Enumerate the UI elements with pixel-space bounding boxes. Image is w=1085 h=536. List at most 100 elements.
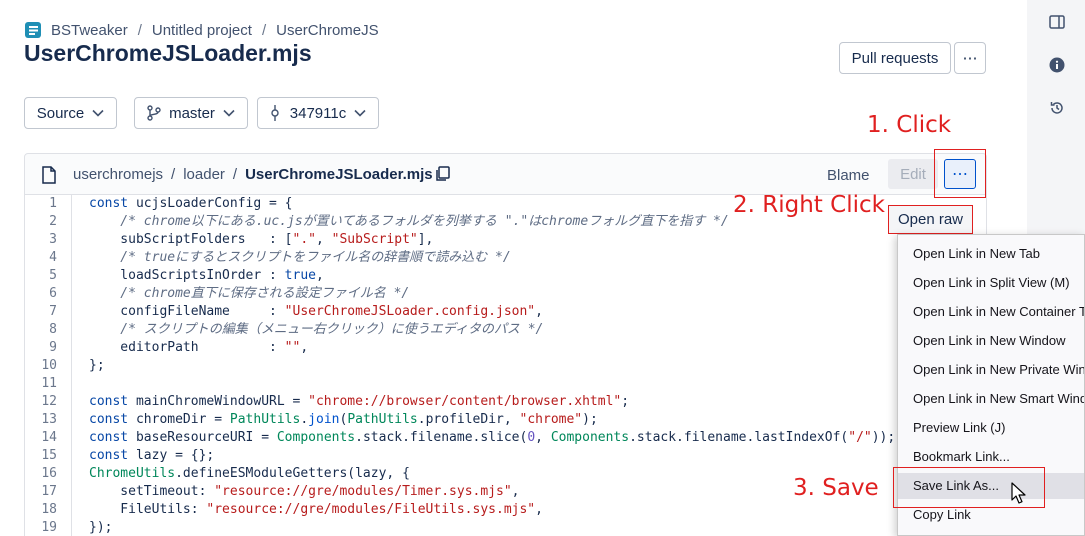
pull-requests-button[interactable]: Pull requests: [839, 42, 951, 74]
breadcrumb-workspace[interactable]: BSTweaker: [51, 22, 128, 39]
menu-item-open-container-tab[interactable]: Open Link in New Container Tab: [898, 299, 1084, 325]
copy-icon[interactable]: [435, 166, 451, 182]
page: BSTweaker / Untitled project / UserChrom…: [0, 0, 1085, 536]
commit-selector-label: 347911c: [289, 104, 347, 122]
file-path: userchromejs / loader / UserChromeJSLoad…: [73, 166, 433, 183]
code-text: /* chrome以下にある.uc.jsが置いてあるフォルダを列挙する "."は…: [89, 214, 729, 229]
info-icon[interactable]: [1047, 55, 1067, 75]
source-selector[interactable]: Source: [24, 97, 117, 129]
branch-selector-label: master: [169, 104, 215, 122]
line-number: 19: [41, 520, 57, 535]
line-number: 18: [41, 502, 57, 517]
code-text: subScriptFolders : [".", "SubScript"],: [89, 232, 434, 247]
line-number: 2: [49, 214, 57, 229]
history-icon[interactable]: [1047, 98, 1067, 118]
code-line: 18 FileUtils: "resource://gre/modules/Fi…: [25, 501, 986, 519]
file-header: userchromejs / loader / UserChromeJSLoad…: [24, 153, 987, 195]
code-text: };: [89, 358, 105, 373]
code-text: loadScriptsInOrder : true,: [89, 268, 324, 283]
file-path-current: UserChromeJSLoader.mjs: [245, 166, 433, 183]
sidebar-toggle-icon[interactable]: [1047, 12, 1067, 32]
code-text: configFileName : "UserChromeJSLoader.con…: [89, 304, 543, 319]
code-line: 6 /* chrome直下に保存される設定ファイル名 */: [25, 285, 986, 303]
code-line: 11: [25, 375, 986, 393]
annotation-step1: 1. Click: [867, 112, 952, 138]
file-icon: [42, 166, 56, 184]
menu-item-open-split-view[interactable]: Open Link in Split View (M): [898, 270, 1084, 296]
line-number: 13: [41, 412, 57, 427]
code-text: setTimeout: "resource://gre/modules/Time…: [89, 484, 520, 499]
edit-button[interactable]: Edit: [888, 159, 938, 189]
file-path-segment[interactable]: userchromejs: [73, 166, 163, 183]
breadcrumb-repo[interactable]: UserChromeJS: [276, 22, 379, 39]
code-text: FileUtils: "resource://gre/modules/FileU…: [89, 502, 543, 517]
code-line: 14 const baseResourceURI = Components.sta…: [25, 429, 986, 447]
code-text: ChromeUtils.defineESModuleGetters(lazy, …: [89, 466, 410, 481]
annotation-step3: 3. Save: [793, 475, 879, 501]
blame-button[interactable]: Blame: [827, 167, 870, 184]
annotation-box-step1: [934, 149, 986, 198]
open-raw-link[interactable]: Open raw: [888, 205, 973, 234]
branch-icon: [147, 105, 161, 121]
branch-selector[interactable]: master: [134, 97, 248, 129]
breadcrumb-separator: /: [261, 21, 267, 39]
chevron-down-icon: [354, 109, 366, 117]
code-text: const baseResourceURI = Components.stack…: [89, 430, 896, 445]
commit-icon: [271, 105, 279, 121]
line-number: 4: [49, 250, 57, 265]
code-text: const ucjsLoaderConfig = {: [89, 196, 293, 211]
code-text: });: [89, 520, 113, 535]
code-line: 13 const chromeDir = PathUtils.join(PathU…: [25, 411, 986, 429]
line-number: 12: [41, 394, 57, 409]
code-text: editorPath : "",: [89, 340, 309, 355]
line-number: 10: [41, 358, 57, 373]
menu-item-open-new-window[interactable]: Open Link in New Window: [898, 328, 1084, 354]
path-separator: /: [232, 166, 238, 183]
line-number: 11: [41, 376, 57, 391]
code-line: 5 loadScriptsInOrder : true,: [25, 267, 986, 285]
line-number: 6: [49, 286, 57, 301]
breadcrumb-separator: /: [137, 21, 142, 39]
chevron-down-icon: [223, 109, 235, 117]
file-path-segment[interactable]: loader: [183, 166, 225, 183]
code-line: 8 /* スクリプトの編集（メニュー右クリック）に使うエディタのパス */: [25, 321, 986, 339]
line-number: 7: [49, 304, 57, 319]
menu-item-open-new-tab[interactable]: Open Link in New Tab: [898, 241, 1084, 267]
code-text: /* trueにするとスクリプトをファイル名の辞書順で読み込む */: [89, 250, 511, 265]
code-line: 7 configFileName : "UserChromeJSLoader.c…: [25, 303, 986, 321]
line-number: 17: [41, 484, 57, 499]
code-text: const lazy = {};: [89, 448, 215, 463]
more-actions-button[interactable]: ⋯: [954, 42, 986, 74]
code-text: /* chrome直下に保存される設定ファイル名 */: [89, 286, 410, 301]
line-number: 9: [49, 340, 57, 355]
line-number: 5: [49, 268, 57, 283]
menu-item-preview-link[interactable]: Preview Link (J): [898, 415, 1084, 441]
line-number: 3: [49, 232, 57, 247]
path-separator: /: [171, 166, 176, 183]
code-line: 4 /* trueにするとスクリプトをファイル名の辞書順で読み込む */: [25, 249, 986, 267]
breadcrumb-project[interactable]: Untitled project: [152, 22, 252, 39]
breadcrumb: BSTweaker / Untitled project / UserChrom…: [25, 20, 379, 40]
chevron-down-icon: [92, 109, 104, 117]
line-number: 1: [49, 196, 57, 211]
code-line: 9 editorPath : "",: [25, 339, 986, 357]
workspace-logo-icon: [25, 22, 41, 38]
line-number: 14: [41, 430, 57, 445]
annotation-step2: 2. Right Click: [733, 192, 885, 218]
code-line: 12 const mainChromeWindowURL = "chrome://…: [25, 393, 986, 411]
menu-item-open-private-window[interactable]: Open Link in New Private Window: [898, 357, 1084, 383]
source-selector-label: Source: [36, 104, 85, 122]
commit-selector[interactable]: 347911c: [257, 97, 379, 129]
mouse-cursor-icon: [1011, 482, 1026, 504]
line-number: 16: [41, 466, 57, 481]
code-text: /* スクリプトの編集（メニュー右クリック）に使うエディタのパス */: [89, 322, 544, 337]
code-text: const chromeDir = PathUtils.join(PathUti…: [89, 412, 598, 427]
code-line: 15 const lazy = {};: [25, 447, 986, 465]
line-number: 8: [49, 322, 57, 337]
menu-item-open-smart-window[interactable]: Open Link in New Smart Window: [898, 386, 1084, 412]
code-line: 19});: [25, 519, 986, 536]
line-number: 15: [41, 448, 57, 463]
code-text: const mainChromeWindowURL = "chrome://br…: [89, 394, 630, 409]
page-title: UserChromeJSLoader.mjs: [24, 40, 312, 66]
code-line: 10};: [25, 357, 986, 375]
